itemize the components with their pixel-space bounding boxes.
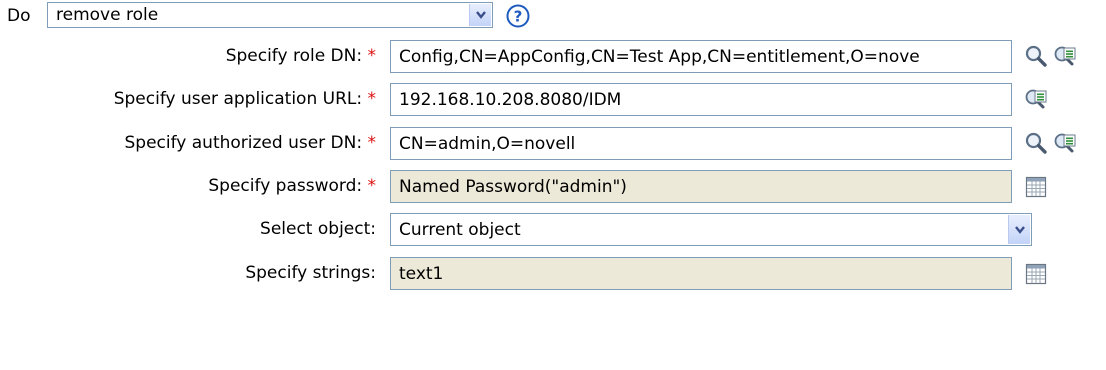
svg-text:?: ? xyxy=(514,8,523,26)
browse-icon[interactable] xyxy=(1052,130,1078,156)
editor-icon[interactable] xyxy=(1023,174,1049,200)
select-object-label: Select object: xyxy=(260,219,376,239)
strings-label: Specify strings: xyxy=(245,263,376,283)
auth-user-dn-label: Specify authorized user DN: * xyxy=(124,133,376,153)
password-label: Specify password: * xyxy=(208,176,376,196)
user-app-url-input[interactable]: 192.168.10.208.8080/IDM xyxy=(390,83,1012,116)
password-label-text: Specify password: xyxy=(208,176,363,196)
select-object-select[interactable]: Current object xyxy=(390,213,1032,246)
required-marker: * xyxy=(367,176,377,196)
strings-value: text1 xyxy=(399,263,444,284)
auth-user-dn-input[interactable]: CN=admin,O=novell xyxy=(390,127,1012,160)
required-marker: * xyxy=(367,133,377,153)
search-icon[interactable] xyxy=(1023,43,1049,69)
required-marker: * xyxy=(367,46,377,66)
action-select-value: remove role xyxy=(56,5,159,25)
auth-user-dn-value: CN=admin,O=novell xyxy=(399,133,576,154)
user-app-url-label-text: Specify user application URL: xyxy=(113,89,363,109)
editor-icon[interactable] xyxy=(1023,261,1049,287)
browse-icon[interactable] xyxy=(1023,86,1049,112)
required-marker: * xyxy=(367,89,377,109)
auth-user-dn-label-text: Specify authorized user DN: xyxy=(124,133,363,153)
role-dn-label: Specify role DN: * xyxy=(226,46,376,66)
browse-icon[interactable] xyxy=(1052,43,1078,69)
user-app-url-value: 192.168.10.208.8080/IDM xyxy=(399,89,622,110)
password-value: Named Password("admin") xyxy=(399,176,627,197)
role-dn-label-text: Specify role DN: xyxy=(225,46,363,66)
action-select[interactable]: remove role xyxy=(47,2,493,28)
password-input[interactable]: Named Password("admin") xyxy=(390,170,1012,203)
user-app-url-label: Specify user application URL: * xyxy=(114,89,376,109)
strings-input[interactable]: text1 xyxy=(390,257,1012,290)
role-dn-value: Config,CN=AppConfig,CN=Test App,CN=entit… xyxy=(399,46,920,67)
chevron-down-icon[interactable] xyxy=(469,4,491,26)
search-icon[interactable] xyxy=(1023,130,1049,156)
help-icon[interactable]: ? xyxy=(505,3,531,29)
select-object-value: Current object xyxy=(399,219,521,240)
do-label: Do xyxy=(7,6,31,26)
chevron-down-icon[interactable] xyxy=(1008,215,1030,244)
role-dn-input[interactable]: Config,CN=AppConfig,CN=Test App,CN=entit… xyxy=(390,40,1012,73)
